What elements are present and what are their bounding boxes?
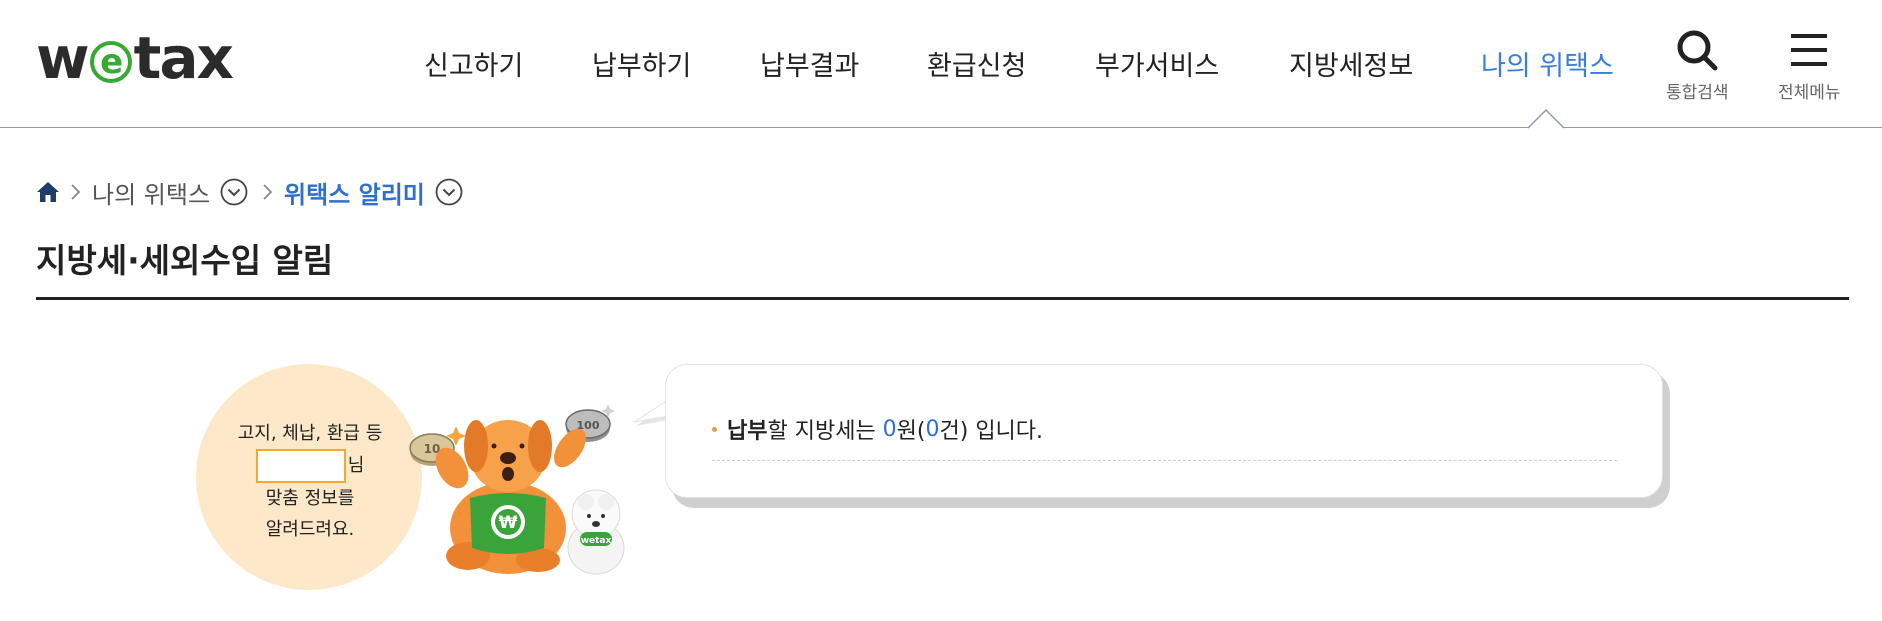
- name-suffix: 님: [347, 455, 365, 476]
- chevron-right-icon: [262, 182, 274, 202]
- nav-item-my-wetax[interactable]: 나의 위택스: [1481, 36, 1614, 91]
- page-title: 지방세·세외수입 알림: [36, 241, 334, 280]
- logo-text-w: w: [36, 24, 90, 92]
- logo-text-tax: tax: [133, 24, 234, 92]
- greeting-name-line: 님: [200, 449, 420, 483]
- mascot-illustration: 10 100 ₩ wetax: [409, 404, 625, 575]
- nav-item-report[interactable]: 신고하기: [424, 36, 523, 91]
- nav-item-extra-services[interactable]: 부가서비스: [1095, 36, 1219, 91]
- message-text: 건) 입니다.: [939, 419, 1044, 444]
- breadcrumb-item-wetax-alarm[interactable]: 위택스 알리미: [284, 175, 425, 210]
- speech-bubble-tail: [633, 399, 668, 426]
- chevron-down-circle-icon[interactable]: [220, 178, 248, 206]
- mascot-badge: wetax: [581, 536, 612, 546]
- greeting-text: 고지, 체납, 환급 등 님 맞춤 정보를 알려드려요.: [200, 418, 420, 545]
- chevron-right-icon: [70, 182, 82, 202]
- site-header: w e tax 신고하기 납부하기 납부결과 환급신청 부가서비스 지방세정보 나의…: [0, 0, 1882, 128]
- all-menu-button[interactable]: 전체메뉴: [1778, 28, 1841, 103]
- bullet-dot: [712, 426, 717, 432]
- hamburger-menu-icon: [1791, 34, 1828, 66]
- greeting-line: 맞춤 정보를: [265, 488, 355, 509]
- search-button[interactable]: 통합검색: [1666, 28, 1729, 103]
- home-icon[interactable]: [36, 181, 60, 203]
- title-divider: [36, 297, 1849, 300]
- nav-item-refund[interactable]: 환급신청: [927, 36, 1026, 91]
- active-nav-indicator: [1528, 108, 1564, 129]
- logo-text-e: e: [89, 41, 132, 83]
- message-text: 원(: [896, 419, 926, 444]
- search-icon: [1677, 30, 1718, 71]
- greeting-line: 고지, 체납, 환급 등: [237, 423, 383, 444]
- greeting-line: 알려드려요.: [265, 519, 355, 540]
- message-divider: [712, 460, 1617, 461]
- user-name-box: [255, 449, 346, 483]
- due-count: 0: [925, 416, 940, 442]
- all-menu-label: 전체메뉴: [1778, 83, 1841, 103]
- tax-due-message: 납부 할 지방세는 0 원( 0 건) 입니다.: [712, 413, 1043, 445]
- search-label: 통합검색: [1666, 83, 1729, 103]
- nav-item-pay[interactable]: 납부하기: [592, 36, 691, 91]
- message-text: 할 지방세는: [767, 419, 883, 444]
- wetax-logo[interactable]: w e tax: [36, 24, 234, 92]
- nav-item-pay-result[interactable]: 납부결과: [760, 36, 859, 91]
- message-bold: 납부: [727, 419, 768, 444]
- nav-item-local-tax-info[interactable]: 지방세정보: [1289, 36, 1413, 91]
- chevron-down-circle-icon[interactable]: [435, 178, 463, 206]
- breadcrumb: 나의 위택스 위택스 알리미: [36, 175, 463, 209]
- svg-text:₩: ₩: [499, 513, 518, 533]
- breadcrumb-item-my-wetax[interactable]: 나의 위택스: [92, 175, 210, 210]
- due-amount: 0: [882, 416, 897, 442]
